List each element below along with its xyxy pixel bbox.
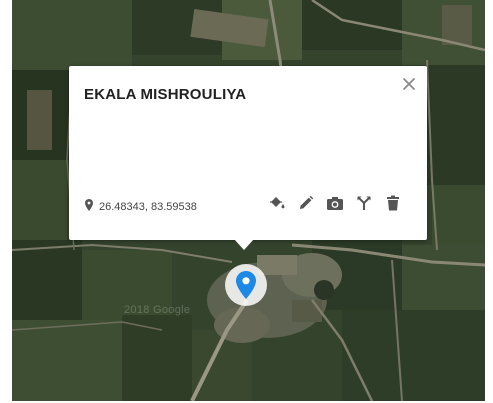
- popup-toolbar: [267, 193, 403, 213]
- directions-icon[interactable]: [354, 193, 374, 213]
- place-info-popup: EKALA MISHROULIYA 26.48343, 83.59538: [69, 66, 427, 240]
- coordinates-text: 26.48343, 83.59538: [99, 200, 197, 213]
- location-pin-icon: [85, 199, 93, 214]
- map-watermark: 2018 Google: [124, 304, 191, 316]
- place-title: EKALA MISHROULIYA: [84, 86, 247, 103]
- fill-color-icon[interactable]: [267, 193, 287, 213]
- edit-pencil-icon[interactable]: [296, 193, 316, 213]
- camera-icon[interactable]: [325, 193, 345, 213]
- map-pin-icon[interactable]: [225, 264, 267, 306]
- close-icon[interactable]: [401, 76, 417, 92]
- delete-trash-icon[interactable]: [383, 193, 403, 213]
- coordinates: 26.48343, 83.59538: [85, 199, 197, 214]
- popup-pointer: [234, 239, 254, 250]
